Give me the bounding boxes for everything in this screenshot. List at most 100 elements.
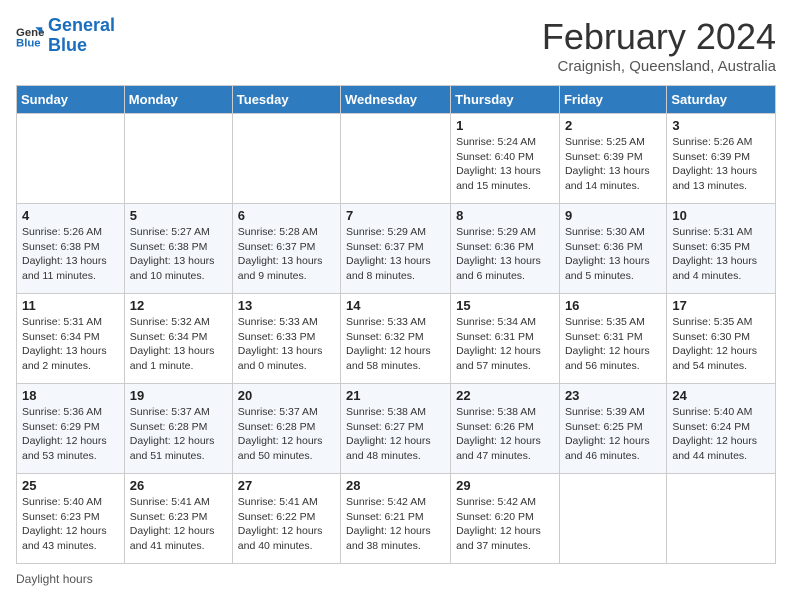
calendar-cell: 16Sunrise: 5:35 AMSunset: 6:31 PMDayligh… [559, 294, 666, 384]
day-number: 12 [130, 298, 227, 313]
calendar-cell: 23 Sunrise: 5:39 AMSunset: 6:25 PMDayligh… [559, 384, 666, 474]
calendar-cell: 27 Sunrise: 5:41 AMSunset: 6:22 PMDayligh… [232, 474, 340, 564]
col-header-wednesday: Wednesday [341, 86, 451, 114]
footer: Daylight hours [16, 572, 776, 586]
day-number: 27 [238, 478, 335, 493]
calendar-week-5: 25 Sunrise: 5:40 AMSunset: 6:23 PMDayligh… [17, 474, 776, 564]
calendar-cell: 26 Sunrise: 5:41 AMSunset: 6:23 PMDayligh… [124, 474, 232, 564]
calendar-cell: 18Sunrise: 5:36 AMSunset: 6:29 PMDayligh… [17, 384, 125, 474]
day-number: 8 [456, 208, 554, 223]
col-header-thursday: Thursday [451, 86, 560, 114]
calendar-cell: 11 Sunrise: 5:31 AMSunset: 6:34 PMDayligh… [17, 294, 125, 384]
page-header: General Blue General Blue February 2024 … [16, 16, 776, 75]
calendar-cell: 17 Sunrise: 5:35 AMSunset: 6:30 PMDayligh… [667, 294, 776, 384]
calendar-cell: 2 Sunrise: 5:25 AMSunset: 6:39 PMDaylight… [559, 114, 666, 204]
day-info: Sunrise: 5:34 AMSunset: 6:31 PMDaylight:… [456, 315, 554, 374]
calendar-cell: 28Sunrise: 5:42 AMSunset: 6:21 PMDayligh… [341, 474, 451, 564]
day-info: Sunrise: 5:38 AMSunset: 6:27 PMDaylight:… [346, 405, 445, 464]
calendar-cell: 3 Sunrise: 5:26 AMSunset: 6:39 PMDaylight… [667, 114, 776, 204]
calendar-cell: 12Sunrise: 5:32 AMSunset: 6:34 PMDayligh… [124, 294, 232, 384]
calendar-header-row: SundayMondayTuesdayWednesdayThursdayFrid… [17, 86, 776, 114]
calendar-week-4: 18Sunrise: 5:36 AMSunset: 6:29 PMDayligh… [17, 384, 776, 474]
day-number: 22 [456, 388, 554, 403]
day-info: Sunrise: 5:42 AMSunset: 6:20 PMDaylight:… [456, 495, 554, 554]
calendar-cell: 10Sunrise: 5:31 AMSunset: 6:35 PMDayligh… [667, 204, 776, 294]
day-number: 9 [565, 208, 661, 223]
day-number: 6 [238, 208, 335, 223]
day-number: 3 [672, 118, 770, 133]
day-number: 1 [456, 118, 554, 133]
day-number: 5 [130, 208, 227, 223]
day-number: 13 [238, 298, 335, 313]
logo: General Blue General Blue [16, 16, 115, 56]
day-info: Sunrise: 5:41 AMSunset: 6:23 PMDaylight:… [130, 495, 227, 554]
day-number: 15 [456, 298, 554, 313]
calendar-cell: 9 Sunrise: 5:30 AMSunset: 6:36 PMDaylight… [559, 204, 666, 294]
day-info: Sunrise: 5:41 AMSunset: 6:22 PMDaylight:… [238, 495, 335, 554]
day-info: Sunrise: 5:29 AMSunset: 6:37 PMDaylight:… [346, 225, 445, 284]
day-number: 11 [22, 298, 119, 313]
day-info: Sunrise: 5:28 AMSunset: 6:37 PMDaylight:… [238, 225, 335, 284]
day-number: 25 [22, 478, 119, 493]
col-header-friday: Friday [559, 86, 666, 114]
day-number: 21 [346, 388, 445, 403]
day-info: Sunrise: 5:30 AMSunset: 6:36 PMDaylight:… [565, 225, 661, 284]
logo-general: General [48, 15, 115, 35]
day-info: Sunrise: 5:37 AMSunset: 6:28 PMDaylight:… [130, 405, 227, 464]
day-number: 24 [672, 388, 770, 403]
day-info: Sunrise: 5:26 AMSunset: 6:38 PMDaylight:… [22, 225, 119, 284]
day-number: 17 [672, 298, 770, 313]
logo-icon: General Blue [16, 22, 44, 50]
calendar-cell: 20Sunrise: 5:37 AMSunset: 6:28 PMDayligh… [232, 384, 340, 474]
col-header-sunday: Sunday [17, 86, 125, 114]
day-info: Sunrise: 5:31 AMSunset: 6:34 PMDaylight:… [22, 315, 119, 374]
day-number: 16 [565, 298, 661, 313]
day-info: Sunrise: 5:37 AMSunset: 6:28 PMDaylight:… [238, 405, 335, 464]
day-info: Sunrise: 5:27 AMSunset: 6:38 PMDaylight:… [130, 225, 227, 284]
day-number: 10 [672, 208, 770, 223]
day-info: Sunrise: 5:40 AMSunset: 6:23 PMDaylight:… [22, 495, 119, 554]
col-header-tuesday: Tuesday [232, 86, 340, 114]
day-number: 29 [456, 478, 554, 493]
day-number: 26 [130, 478, 227, 493]
logo-blue: Blue [48, 35, 87, 55]
day-info: Sunrise: 5:36 AMSunset: 6:29 PMDaylight:… [22, 405, 119, 464]
calendar-cell: 15 Sunrise: 5:34 AMSunset: 6:31 PMDayligh… [451, 294, 560, 384]
calendar-cell: 5 Sunrise: 5:27 AMSunset: 6:38 PMDaylight… [124, 204, 232, 294]
calendar-cell: 13 Sunrise: 5:33 AMSunset: 6:33 PMDayligh… [232, 294, 340, 384]
calendar-week-1: 1 Sunrise: 5:24 AMSunset: 6:40 PMDaylight… [17, 114, 776, 204]
calendar-cell: 29 Sunrise: 5:42 AMSunset: 6:20 PMDayligh… [451, 474, 560, 564]
day-info: Sunrise: 5:33 AMSunset: 6:33 PMDaylight:… [238, 315, 335, 374]
calendar-cell: 1 Sunrise: 5:24 AMSunset: 6:40 PMDaylight… [451, 114, 560, 204]
calendar-cell: 4Sunrise: 5:26 AMSunset: 6:38 PMDaylight… [17, 204, 125, 294]
day-info: Sunrise: 5:25 AMSunset: 6:39 PMDaylight:… [565, 135, 661, 194]
day-number: 2 [565, 118, 661, 133]
title-section: February 2024 Craignish, Queensland, Aus… [542, 16, 776, 75]
location-subtitle: Craignish, Queensland, Australia [542, 58, 776, 75]
svg-text:Blue: Blue [16, 37, 41, 49]
month-title: February 2024 [542, 16, 776, 58]
day-info: Sunrise: 5:29 AMSunset: 6:36 PMDaylight:… [456, 225, 554, 284]
day-info: Sunrise: 5:26 AMSunset: 6:39 PMDaylight:… [672, 135, 770, 194]
calendar-cell: 19Sunrise: 5:37 AMSunset: 6:28 PMDayligh… [124, 384, 232, 474]
logo-text: General Blue [48, 16, 115, 56]
calendar-week-3: 11 Sunrise: 5:31 AMSunset: 6:34 PMDayligh… [17, 294, 776, 384]
day-info: Sunrise: 5:35 AMSunset: 6:30 PMDaylight:… [672, 315, 770, 374]
calendar-cell: 6 Sunrise: 5:28 AMSunset: 6:37 PMDaylight… [232, 204, 340, 294]
day-info: Sunrise: 5:38 AMSunset: 6:26 PMDaylight:… [456, 405, 554, 464]
calendar-cell: 8 Sunrise: 5:29 AMSunset: 6:36 PMDaylight… [451, 204, 560, 294]
calendar-cell: 24 Sunrise: 5:40 AMSunset: 6:24 PMDayligh… [667, 384, 776, 474]
day-info: Sunrise: 5:40 AMSunset: 6:24 PMDaylight:… [672, 405, 770, 464]
calendar-cell [17, 114, 125, 204]
day-number: 14 [346, 298, 445, 313]
day-number: 23 [565, 388, 661, 403]
calendar-week-2: 4Sunrise: 5:26 AMSunset: 6:38 PMDaylight… [17, 204, 776, 294]
calendar-cell [124, 114, 232, 204]
day-info: Sunrise: 5:39 AMSunset: 6:25 PMDaylight:… [565, 405, 661, 464]
calendar-cell: 22 Sunrise: 5:38 AMSunset: 6:26 PMDayligh… [451, 384, 560, 474]
calendar-cell: 21 Sunrise: 5:38 AMSunset: 6:27 PMDayligh… [341, 384, 451, 474]
calendar-cell: 7Sunrise: 5:29 AMSunset: 6:37 PMDaylight… [341, 204, 451, 294]
col-header-saturday: Saturday [667, 86, 776, 114]
day-info: Sunrise: 5:42 AMSunset: 6:21 PMDaylight:… [346, 495, 445, 554]
day-info: Sunrise: 5:24 AMSunset: 6:40 PMDaylight:… [456, 135, 554, 194]
